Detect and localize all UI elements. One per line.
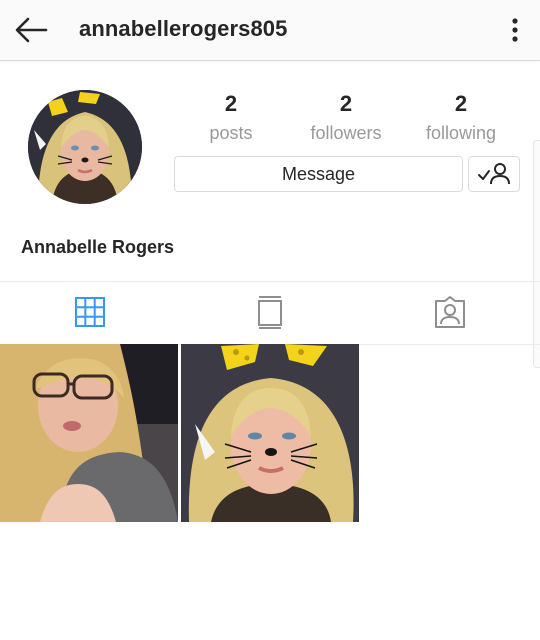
grid-icon[interactable]: [72, 294, 108, 330]
post-thumbnail[interactable]: [0, 344, 178, 522]
profile-tabs: [0, 281, 540, 345]
stat-posts[interactable]: 2 posts: [181, 90, 281, 146]
profile-full-name: Annabelle Rogers: [21, 237, 175, 257]
more-options-icon[interactable]: [504, 14, 526, 46]
profile-username: annabellerogers805: [79, 16, 288, 41]
stat-following[interactable]: 2 following: [411, 90, 511, 146]
back-arrow-icon[interactable]: [12, 14, 50, 46]
posts-count: 2: [224, 91, 238, 116]
following-count: 2: [454, 91, 468, 116]
post-thumbnail[interactable]: [181, 344, 359, 522]
top-bar: annabellerogers805: [0, 0, 540, 61]
followers-count: 2: [339, 91, 353, 116]
avatar-photo: [28, 90, 142, 204]
following-label: following: [425, 123, 497, 143]
following-check-user-icon: [478, 163, 510, 185]
post-photo: [0, 344, 178, 522]
posts-label: posts: [209, 123, 253, 143]
feed-icon[interactable]: [252, 294, 288, 330]
message-button[interactable]: Message: [174, 156, 463, 192]
post-photo: [181, 344, 359, 522]
stat-followers[interactable]: 2 followers: [296, 90, 396, 146]
following-status-button[interactable]: [468, 156, 520, 192]
followers-label: followers: [310, 123, 382, 143]
avatar[interactable]: [28, 90, 142, 204]
tagged-user-icon[interactable]: [432, 294, 468, 330]
